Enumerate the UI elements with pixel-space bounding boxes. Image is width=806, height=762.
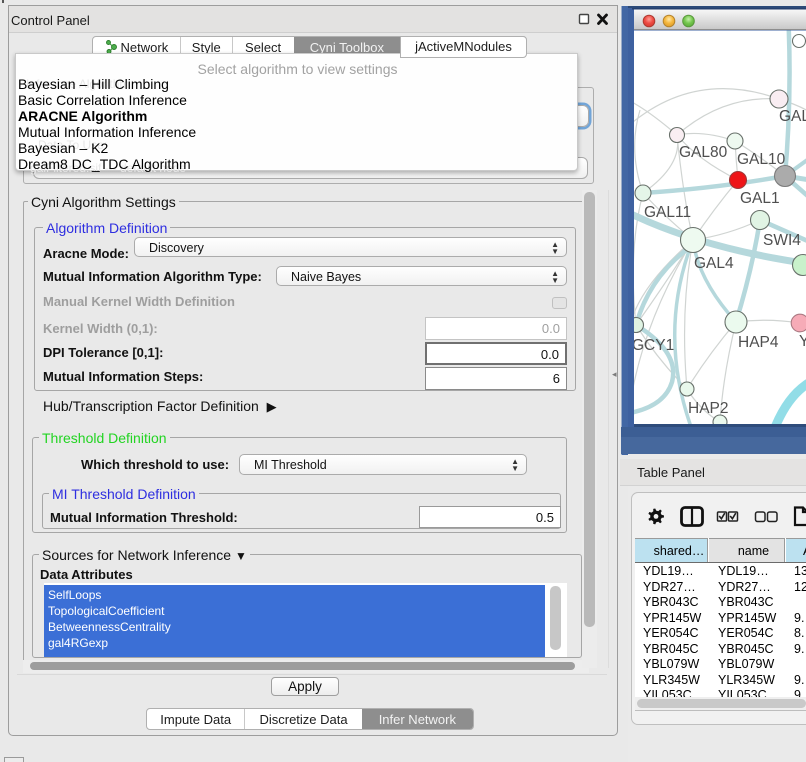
svg-text:SWI4: SWI4 [763,232,801,249]
svg-text:GAL1: GAL1 [740,190,780,207]
svg-text:GAL80: GAL80 [679,144,728,161]
svg-text:HAP2: HAP2 [688,400,729,417]
svg-text:Y: Y [799,333,806,350]
svg-text:GAL7: GAL7 [779,108,806,125]
svg-text:GAL11: GAL11 [644,204,691,221]
svg-text:HAP4: HAP4 [738,334,779,351]
svg-text:GAL10: GAL10 [737,151,786,168]
svg-text:GAL4: GAL4 [694,255,734,272]
svg-text:GCY1: GCY1 [632,337,674,354]
